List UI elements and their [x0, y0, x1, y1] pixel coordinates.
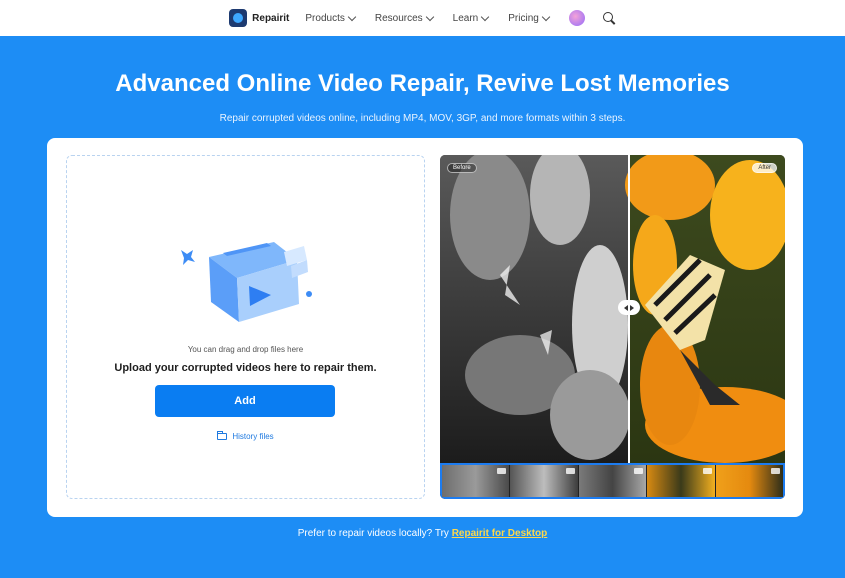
chevron-down-icon [347, 12, 357, 21]
history-files-link[interactable]: History files [67, 431, 424, 441]
add-files-button[interactable]: Add [155, 385, 335, 417]
comparison-image [440, 155, 785, 463]
upload-dropzone[interactable]: You can drag and drop files here Upload … [66, 155, 425, 499]
before-badge: Before [447, 163, 477, 173]
brand-name: Repairit [252, 12, 290, 24]
video-icon [634, 468, 644, 474]
after-badge: After [752, 163, 777, 173]
search-icon[interactable] [602, 11, 616, 25]
thumbnail[interactable] [510, 465, 579, 497]
page-title: Advanced Online Video Repair, Revive Los… [115, 70, 730, 97]
arrow-right-icon [630, 304, 634, 311]
nav-item-label: Learn [452, 12, 479, 24]
nav-item-resources[interactable]: Resources [374, 12, 434, 24]
page-subtitle: Repair corrupted videos online, includin… [219, 113, 626, 124]
drag-drop-hint: You can drag and drop files here [187, 345, 304, 354]
desktop-cta-text: Prefer to repair videos locally? Try [297, 528, 449, 539]
thumbnail[interactable] [647, 465, 716, 497]
video-upload-illustration-icon [181, 242, 312, 322]
video-icon [565, 468, 575, 474]
brand-logo-link[interactable]: Repairit [229, 9, 289, 27]
thumbnail[interactable] [442, 465, 511, 497]
comparison-slider-handle[interactable] [618, 300, 640, 315]
desktop-cta: Prefer to repair videos locally? Try Rep… [0, 528, 845, 539]
thumbnail[interactable] [715, 465, 784, 497]
nav-item-products[interactable]: Products [305, 12, 357, 24]
chevron-down-icon [425, 12, 434, 21]
nav-item-label: Products [305, 12, 345, 24]
upload-heading: Upload your corrupted videos here to rep… [114, 362, 377, 374]
arrow-left-icon [624, 304, 628, 311]
nav-item-pricing[interactable]: Pricing [508, 12, 551, 24]
before-after-comparison[interactable]: Before After [440, 155, 785, 499]
chevron-down-icon [481, 12, 490, 21]
nav-item-label: Pricing [508, 12, 539, 24]
nav-item-learn[interactable]: Learn [452, 12, 490, 24]
top-navbar: Repairit Products Resources Learn Pricin… [0, 0, 845, 36]
video-icon [702, 468, 712, 474]
repair-card: You can drag and drop files here Upload … [47, 138, 803, 517]
video-icon [771, 468, 781, 474]
chevron-down-icon [541, 12, 551, 21]
repairit-logo-icon [229, 9, 248, 27]
folder-icon [217, 431, 228, 440]
history-files-label: History files [232, 432, 274, 441]
nav-item-label: Resources [374, 12, 423, 24]
user-avatar[interactable] [568, 10, 585, 26]
repairit-desktop-link[interactable]: Repairit for Desktop [452, 528, 548, 539]
video-icon [497, 468, 507, 474]
thumbnail-strip [440, 463, 785, 499]
thumbnail[interactable] [578, 465, 648, 497]
